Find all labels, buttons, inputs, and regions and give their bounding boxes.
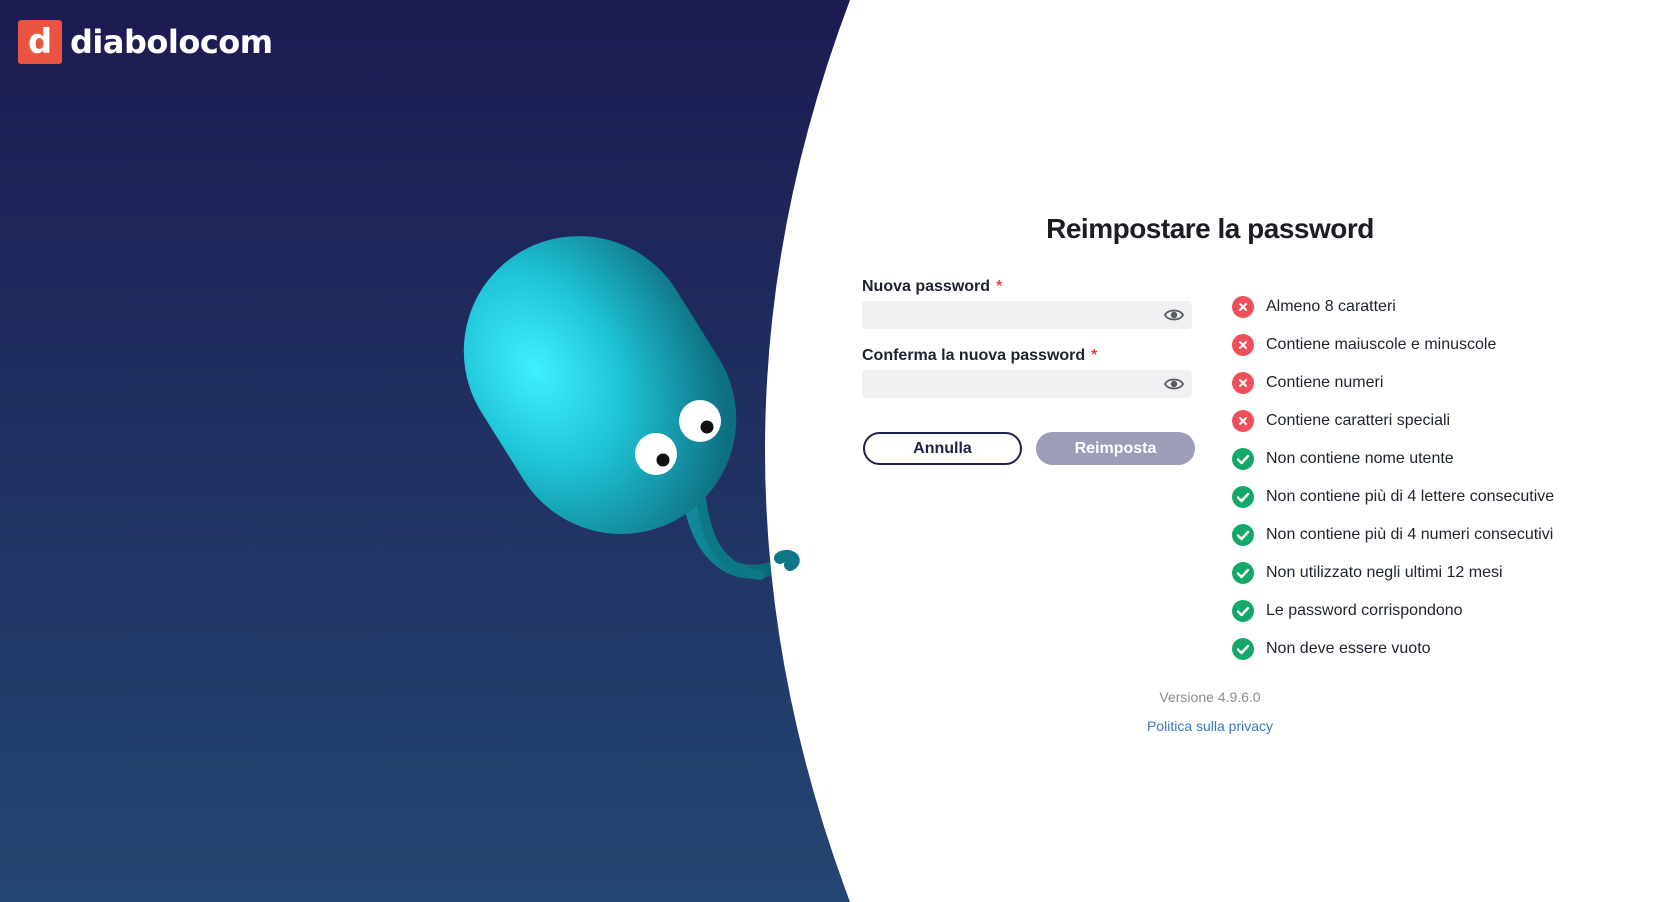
x-circle-icon bbox=[1232, 410, 1254, 432]
eye-icon[interactable] bbox=[1164, 375, 1184, 393]
brand-logo: d diabolocom bbox=[18, 20, 273, 64]
required-mark: * bbox=[1091, 347, 1098, 364]
password-rule-text: Le password corrispondono bbox=[1266, 602, 1463, 619]
password-rule-text: Non contiene più di 4 lettere consecutiv… bbox=[1266, 488, 1555, 505]
password-rule-item: Contiene caratteri speciali bbox=[1232, 402, 1554, 440]
confirm-password-field-wrapper bbox=[862, 370, 1192, 398]
password-rule-text: Contiene numeri bbox=[1266, 374, 1384, 391]
password-rule-text: Non deve essere vuoto bbox=[1266, 640, 1431, 657]
password-rule-item: Contiene numeri bbox=[1232, 364, 1554, 402]
password-rule-item: Non contiene più di 4 numeri consecutivi bbox=[1232, 516, 1554, 554]
reset-button[interactable]: Reimposta bbox=[1036, 432, 1195, 465]
password-rule-text: Non utilizzato negli ultimi 12 mesi bbox=[1266, 564, 1503, 581]
confirm-password-label-text: Conferma la nuova password bbox=[862, 347, 1086, 364]
password-rule-item: Non deve essere vuoto bbox=[1232, 630, 1554, 668]
x-circle-icon bbox=[1232, 296, 1254, 318]
password-rule-item: Almeno 8 caratteri bbox=[1232, 288, 1554, 326]
password-rule-text: Contiene maiuscole e minuscole bbox=[1266, 336, 1497, 353]
cancel-button[interactable]: Annulla bbox=[863, 432, 1022, 465]
password-rule-item: Non utilizzato negli ultimi 12 mesi bbox=[1232, 554, 1554, 592]
confirm-password-input[interactable] bbox=[862, 370, 1172, 398]
check-circle-icon bbox=[1232, 486, 1254, 508]
password-rule-item: Le password corrispondono bbox=[1232, 592, 1554, 630]
password-rule-text: Non contiene nome utente bbox=[1266, 450, 1454, 467]
reset-password-page: d diabolocom Reimpostare la password Nuo… bbox=[0, 0, 1680, 902]
new-password-label-text: Nuova password bbox=[862, 278, 991, 295]
password-rule-text: Contiene caratteri speciali bbox=[1266, 412, 1451, 429]
page-title: Reimpostare la password bbox=[1046, 213, 1374, 244]
x-circle-icon bbox=[1232, 334, 1254, 356]
x-circle-icon bbox=[1232, 372, 1254, 394]
privacy-policy-link[interactable]: Politica sulla privacy bbox=[1010, 718, 1410, 734]
password-rule-item: Non contiene nome utente bbox=[1232, 440, 1554, 478]
eye-icon[interactable] bbox=[1164, 306, 1184, 324]
required-mark: * bbox=[996, 278, 1003, 295]
version-text: Versione 4.9.6.0 bbox=[1159, 689, 1261, 705]
confirm-password-label: Conferma la nuova password * bbox=[862, 347, 1097, 365]
new-password-field-wrapper bbox=[862, 301, 1192, 329]
brand-name: diabolocom bbox=[70, 23, 273, 61]
password-rule-text: Almeno 8 caratteri bbox=[1266, 298, 1396, 315]
new-password-input[interactable] bbox=[862, 301, 1172, 329]
logo-icon: d bbox=[18, 20, 62, 64]
password-rule-text: Non contiene più di 4 numeri consecutivi bbox=[1266, 526, 1554, 543]
password-rule-item: Non contiene più di 4 lettere consecutiv… bbox=[1232, 478, 1554, 516]
check-circle-icon bbox=[1232, 448, 1254, 470]
check-circle-icon bbox=[1232, 600, 1254, 622]
check-circle-icon bbox=[1232, 562, 1254, 584]
password-rule-item: Contiene maiuscole e minuscole bbox=[1232, 326, 1554, 364]
new-password-label: Nuova password * bbox=[862, 278, 1002, 296]
check-circle-icon bbox=[1232, 524, 1254, 546]
check-circle-icon bbox=[1232, 638, 1254, 660]
password-rules-list: Almeno 8 caratteri Contiene maiuscole e m… bbox=[1232, 288, 1554, 668]
